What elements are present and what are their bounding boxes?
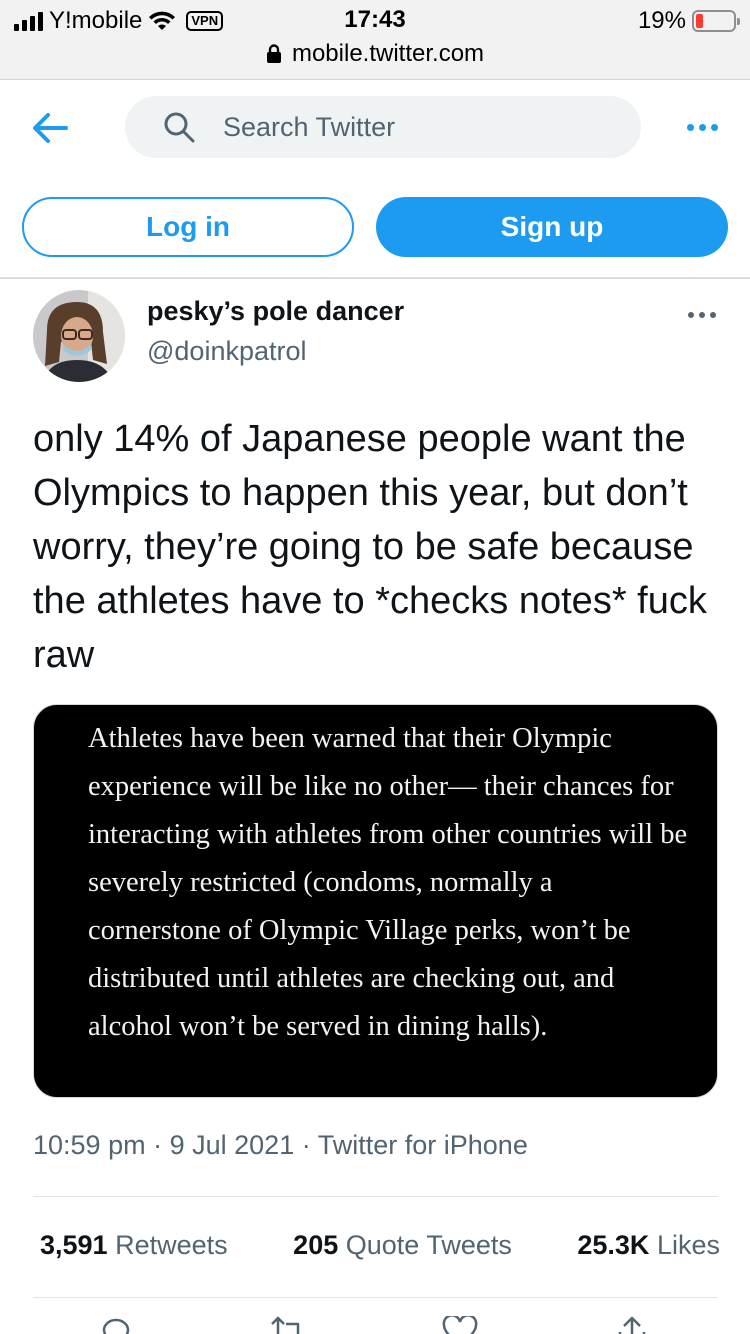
tweet-text: only 14% of Japanese people want the Oly… bbox=[33, 418, 707, 676]
divider bbox=[33, 1297, 718, 1298]
quotes-label: Quote Tweets bbox=[345, 1230, 512, 1260]
retweets-count: 3,591 bbox=[40, 1230, 108, 1260]
quotes-count: 205 bbox=[293, 1230, 339, 1260]
reply-icon[interactable] bbox=[98, 1316, 134, 1334]
author-handle[interactable]: @doinkpatrol bbox=[147, 336, 307, 367]
more-icon[interactable] bbox=[687, 124, 718, 131]
avatar[interactable] bbox=[33, 290, 125, 382]
tweet-more-icon[interactable] bbox=[688, 312, 716, 318]
likes-label: Likes bbox=[656, 1230, 720, 1260]
battery-percent: 19% bbox=[637, 7, 686, 34]
search-icon bbox=[164, 112, 195, 143]
quotes-stat[interactable]: 205 Quote Tweets bbox=[293, 1230, 512, 1261]
search-placeholder: Search Twitter bbox=[223, 111, 396, 142]
tweet-date[interactable]: 9 Jul 2021 bbox=[170, 1130, 295, 1160]
tweet-stats: 3,591 Retweets 205 Quote Tweets 25.3K Li… bbox=[40, 1230, 720, 1261]
back-arrow-icon[interactable] bbox=[30, 110, 70, 146]
meta-separator: · bbox=[153, 1130, 163, 1160]
tweet-image[interactable]: Athletes have been warned that their Oly… bbox=[33, 704, 718, 1098]
retweets-stat[interactable]: 3,591 Retweets bbox=[40, 1230, 228, 1261]
likes-stat[interactable]: 25.3K Likes bbox=[577, 1230, 720, 1261]
tweet-meta: 10:59 pm · 9 Jul 2021 · Twitter for iPho… bbox=[33, 1130, 528, 1161]
meta-separator: · bbox=[301, 1130, 311, 1160]
like-icon[interactable] bbox=[442, 1316, 478, 1334]
signup-button[interactable]: Sign up bbox=[376, 197, 728, 257]
battery-icon bbox=[692, 10, 740, 32]
battery-level bbox=[696, 14, 703, 28]
lock-icon bbox=[266, 44, 281, 63]
retweets-label: Retweets bbox=[115, 1230, 228, 1260]
search-input[interactable]: Search Twitter bbox=[125, 96, 641, 158]
divider bbox=[0, 277, 750, 279]
auth-buttons: Log in Sign up bbox=[0, 197, 750, 257]
tweet-image-text: Athletes have been warned that their Oly… bbox=[88, 723, 688, 1042]
tweet-time[interactable]: 10:59 pm bbox=[33, 1130, 146, 1160]
author-name[interactable]: pesky’s pole dancer bbox=[147, 296, 404, 327]
action-bar bbox=[0, 1310, 750, 1334]
url-bar[interactable]: mobile.twitter.com bbox=[0, 40, 750, 68]
avatar-image bbox=[33, 290, 125, 382]
login-button[interactable]: Log in bbox=[22, 197, 354, 257]
url-text: mobile.twitter.com bbox=[291, 40, 485, 67]
divider bbox=[33, 1196, 718, 1197]
top-nav: Search Twitter bbox=[0, 80, 750, 176]
status-bar: Y!mobile VPN 17:43 19% mobile.twitter.co… bbox=[0, 0, 750, 80]
tweet-source[interactable]: Twitter for iPhone bbox=[318, 1130, 528, 1160]
status-right: 19% bbox=[637, 6, 740, 36]
share-icon[interactable] bbox=[614, 1316, 650, 1334]
likes-count: 25.3K bbox=[577, 1230, 650, 1260]
retweet-icon[interactable] bbox=[268, 1316, 308, 1334]
